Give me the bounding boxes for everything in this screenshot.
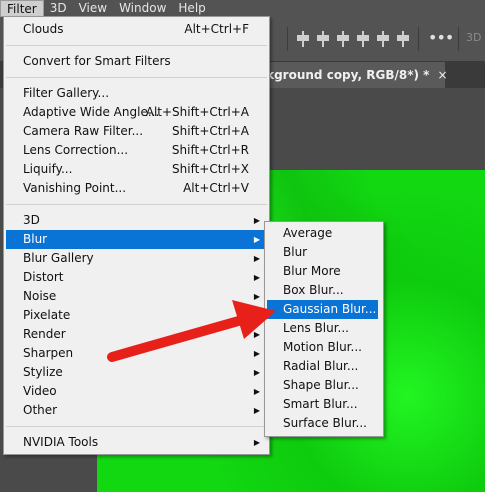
align-vcenter-icon[interactable] [316,31,330,47]
align-top-icon[interactable] [296,31,310,47]
menu-item-label: Filter Gallery... [23,86,110,100]
menu-item-label: Liquify... [23,162,73,176]
menu-separator [6,77,267,78]
blur-menu-item-gaussian-blur[interactable]: Gaussian Blur... [267,300,378,319]
filter-menu-item-nvidia-tools[interactable]: NVIDIA Tools ▶ [6,433,267,452]
blur-menu-item-blur[interactable]: Blur [267,243,381,262]
document-tab-title: ckground copy, RGB/8*) * [259,68,430,82]
menu-window[interactable]: Window [113,0,172,17]
blur-menu-item-shape-blur[interactable]: Shape Blur... [267,376,381,395]
blur-submenu: Average Blur Blur More Box Blur... Gaussian … [264,221,384,437]
filter-menu-item-adaptive-wide-angle[interactable]: Adaptive Wide Angle... Alt+Shift+Ctrl+A [6,103,267,122]
filter-menu-item-video[interactable]: Video ▶ [6,382,267,401]
filter-menu-item-convert-for-smart-filters[interactable]: Convert for Smart Filters [6,52,267,71]
menu-item-label: Distort [23,270,64,284]
align-left-icon[interactable] [356,31,370,47]
submenu-arrow-icon: ▶ [253,216,260,225]
options-separator [458,27,459,51]
menu-separator [6,204,267,205]
menu-separator [6,426,267,427]
menu-item-label: Other [23,403,58,417]
filter-menu-item-stylize[interactable]: Stylize ▶ [6,363,267,382]
blur-menu-item-box-blur[interactable]: Box Blur... [267,281,381,300]
blur-menu-item-lens-blur[interactable]: Lens Blur... [267,319,381,338]
submenu-arrow-icon: ▶ [253,235,260,244]
menu-item-label: Lens Correction... [23,143,129,157]
filter-menu-item-sharpen[interactable]: Sharpen ▶ [6,344,267,363]
blur-menu-item-smart-blur[interactable]: Smart Blur... [267,395,381,414]
menu-item-shortcut: Alt+Shift+Ctrl+A [145,105,249,119]
menu-item-shortcut: Shift+Ctrl+X [172,162,249,176]
menu-item-label: Video [23,384,57,398]
options-separator [418,27,419,51]
menu-bar: Filter 3D View Window Help [0,0,485,17]
menu-help[interactable]: Help [172,0,211,17]
menu-item-label: NVIDIA Tools [23,435,99,449]
menu-item-label: Stylize [23,365,63,379]
menu-item-label: Pixelate [23,308,71,322]
more-options-icon[interactable]: ••• [428,28,454,47]
blur-menu-item-motion-blur[interactable]: Motion Blur... [267,338,381,357]
filter-menu-item-blur-gallery[interactable]: Blur Gallery ▶ [6,249,267,268]
submenu-arrow-icon: ▶ [253,368,260,377]
filter-menu-item-camera-raw-filter[interactable]: Camera Raw Filter... Shift+Ctrl+A [6,122,267,141]
blur-menu-item-radial-blur[interactable]: Radial Blur... [267,357,381,376]
submenu-arrow-icon: ▶ [253,330,260,339]
filter-menu-item-3d[interactable]: 3D ▶ [6,211,267,230]
filter-menu-item-pixelate[interactable]: Pixelate ▶ [6,306,267,325]
3d-mode-label[interactable]: 3D [466,31,481,44]
align-right-icon[interactable] [396,31,410,47]
menu-item-label: Vanishing Point... [23,181,127,195]
filter-menu-item-other[interactable]: Other ▶ [6,401,267,420]
menu-filter[interactable]: Filter [0,0,44,17]
menu-item-shortcut: Alt+Ctrl+V [183,181,249,195]
menu-item-label: Noise [23,289,57,303]
submenu-arrow-icon: ▶ [253,311,260,320]
menu-item-label: 3D [23,213,40,227]
filter-menu-item-blur[interactable]: Blur ▶ [6,230,267,249]
menu-item-label: Render [23,327,66,341]
options-separator [287,27,288,51]
menu-item-label: Camera Raw Filter... [23,124,144,138]
blur-menu-item-blur-more[interactable]: Blur More [267,262,381,281]
submenu-arrow-icon: ▶ [253,273,260,282]
align-hcenter-icon[interactable] [376,31,390,47]
blur-menu-item-average[interactable]: Average [267,224,381,243]
submenu-arrow-icon: ▶ [253,438,260,447]
menu-3d[interactable]: 3D [44,0,73,17]
filter-menu-item-liquify[interactable]: Liquify... Shift+Ctrl+X [6,160,267,179]
align-buttons [296,31,410,47]
menu-item-label: Sharpen [23,346,74,360]
menu-item-label: Convert for Smart Filters [23,54,171,68]
submenu-arrow-icon: ▶ [253,292,260,301]
submenu-arrow-icon: ▶ [253,406,260,415]
menu-item-label: Clouds [23,22,64,36]
filter-menu-item-distort[interactable]: Distort ▶ [6,268,267,287]
align-bottom-icon[interactable] [336,31,350,47]
filter-menu-item-lens-correction[interactable]: Lens Correction... Shift+Ctrl+R [6,141,267,160]
filter-menu-item-vanishing-point[interactable]: Vanishing Point... Alt+Ctrl+V [6,179,267,198]
filter-menu-item-noise[interactable]: Noise ▶ [6,287,267,306]
filter-menu: Clouds Alt+Ctrl+F Convert for Smart Filter… [3,16,270,455]
menu-item-shortcut: Shift+Ctrl+R [171,143,249,157]
menu-item-shortcut: Shift+Ctrl+A [172,124,249,138]
document-tab[interactable]: ckground copy, RGB/8*) * × [255,62,448,88]
submenu-arrow-icon: ▶ [253,254,260,263]
menu-item-label: Blur Gallery [23,251,94,265]
close-tab-icon[interactable]: × [437,68,447,82]
filter-menu-item-clouds[interactable]: Clouds Alt+Ctrl+F [6,20,267,39]
blur-menu-item-surface-blur[interactable]: Surface Blur... [267,414,381,433]
menu-item-label: Blur [23,232,48,246]
menu-separator [6,45,267,46]
submenu-arrow-icon: ▶ [253,387,260,396]
menu-item-shortcut: Alt+Ctrl+F [184,22,249,36]
menu-item-label: Adaptive Wide Angle... [23,105,160,119]
filter-menu-item-filter-gallery[interactable]: Filter Gallery... [6,84,267,103]
menu-view[interactable]: View [73,0,113,17]
submenu-arrow-icon: ▶ [253,349,260,358]
filter-menu-item-render[interactable]: Render ▶ [6,325,267,344]
